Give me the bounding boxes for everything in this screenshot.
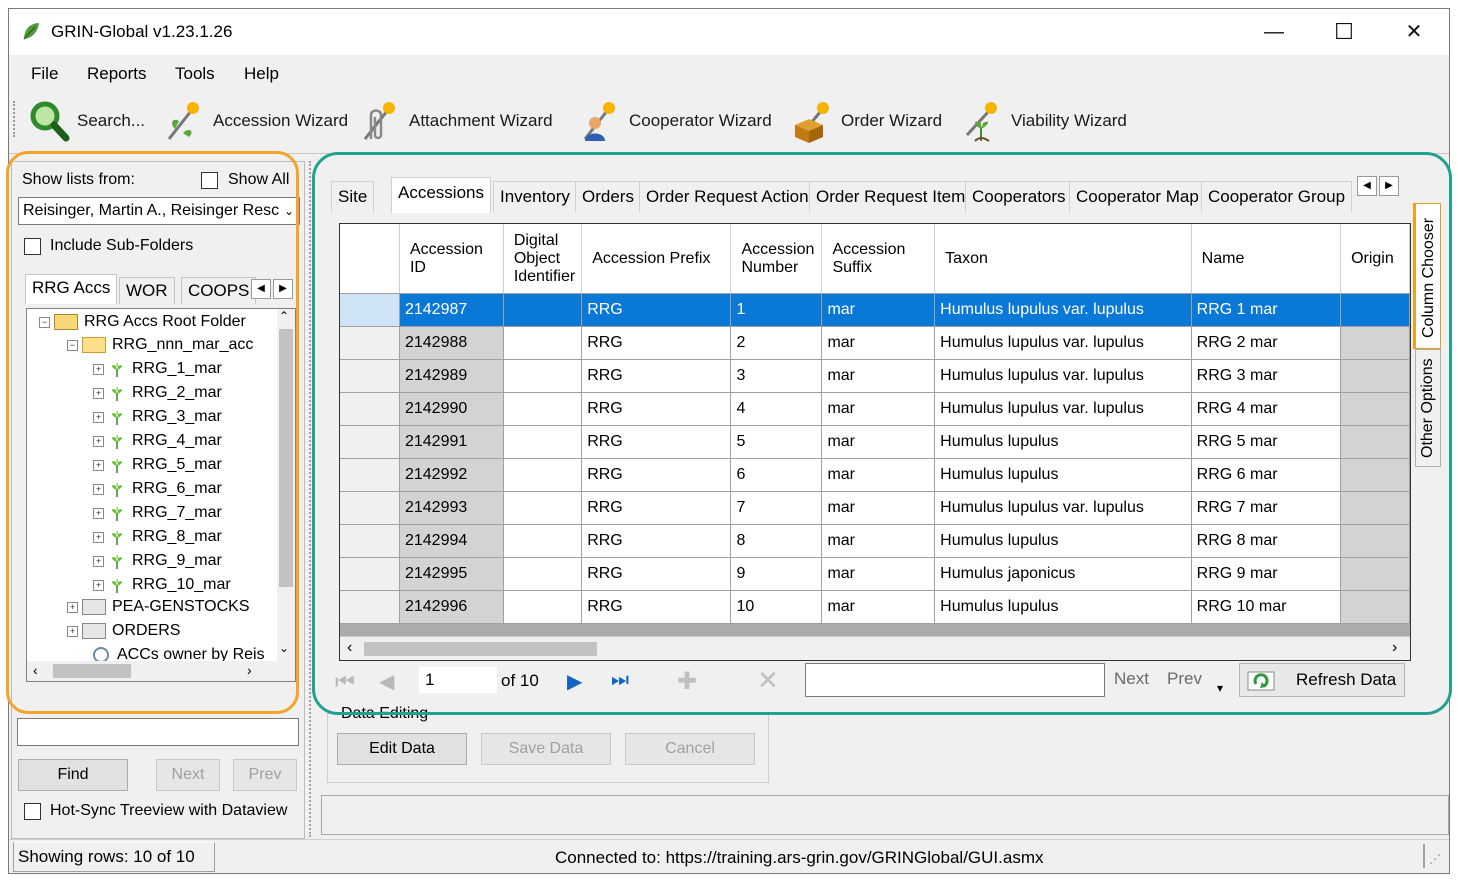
- maximize-button[interactable]: ☐: [1321, 17, 1367, 47]
- title-bar: GRIN-Global v1.23.1.26 — ☐ ✕: [9, 9, 1449, 55]
- bottom-panel: [321, 795, 1449, 835]
- resize-grip-icon[interactable]: ⋰: [1429, 852, 1441, 866]
- search-button[interactable]: Search...: [27, 101, 146, 142]
- edit-data-button[interactable]: Edit Data: [337, 733, 467, 765]
- wizard-plant-icon: [167, 102, 199, 140]
- tree-next-button[interactable]: Next: [156, 759, 220, 791]
- cooperator-wizard-button[interactable]: Cooperator Wizard: [579, 101, 772, 141]
- wizard-paperclip-icon: [363, 102, 395, 140]
- save-data-button[interactable]: Save Data: [481, 733, 611, 765]
- find-button[interactable]: Find: [18, 759, 128, 791]
- grin-leaf-icon: [23, 23, 39, 40]
- viability-wizard-label: Viability Wizard: [1011, 111, 1127, 130]
- find-input[interactable]: [17, 718, 299, 746]
- wizard-seedling-icon: [965, 102, 997, 142]
- order-wizard-button[interactable]: Order Wizard: [791, 101, 943, 143]
- status-bar: Showing rows: 10 of 10 Connected to: htt…: [9, 839, 1449, 873]
- menu-help[interactable]: Help: [244, 64, 279, 84]
- wizard-box-icon: [795, 102, 829, 143]
- status-separator: [1423, 844, 1425, 868]
- menu-reports[interactable]: Reports: [87, 64, 147, 84]
- cancel-button[interactable]: Cancel: [625, 733, 755, 765]
- accession-wizard-label: Accession Wizard: [213, 111, 349, 130]
- right-panel-highlight: [312, 152, 1452, 715]
- viability-wizard-button[interactable]: Viability Wizard: [961, 101, 1127, 142]
- toolbar: Search... Accession Wizard Attachment Wi…: [9, 93, 1449, 149]
- menu-tools[interactable]: Tools: [175, 64, 215, 84]
- accession-wizard-button[interactable]: Accession Wizard: [163, 101, 348, 141]
- order-wizard-label: Order Wizard: [841, 111, 943, 130]
- status-row-count: Showing rows: 10 of 10: [13, 842, 215, 872]
- tab-rrg-accs[interactable]: RRG Accs: [25, 274, 118, 304]
- close-button[interactable]: ✕: [1391, 17, 1437, 47]
- menu-bar: File Reports Tools Help: [9, 55, 1449, 93]
- tree-prev-button[interactable]: Prev: [233, 759, 297, 791]
- magnifier-icon: [30, 101, 70, 142]
- window-title: GRIN-Global v1.23.1.26: [51, 22, 233, 41]
- cooperator-wizard-label: Cooperator Wizard: [629, 111, 772, 130]
- left-panel-highlight: [6, 151, 299, 714]
- wizard-person-icon: [583, 102, 615, 141]
- hot-sync-checkbox[interactable]: [24, 803, 41, 820]
- hot-sync-label: Hot-Sync Treeview with Dataview: [50, 802, 288, 819]
- attachment-wizard-button[interactable]: Attachment Wizard: [359, 101, 553, 141]
- attachment-wizard-label: Attachment Wizard: [409, 111, 553, 130]
- minimize-button[interactable]: —: [1251, 17, 1297, 47]
- search-label: Search...: [77, 111, 146, 130]
- status-connection: Connected to: https://training.ars-grin.…: [555, 848, 1044, 867]
- menu-file[interactable]: File: [31, 64, 58, 84]
